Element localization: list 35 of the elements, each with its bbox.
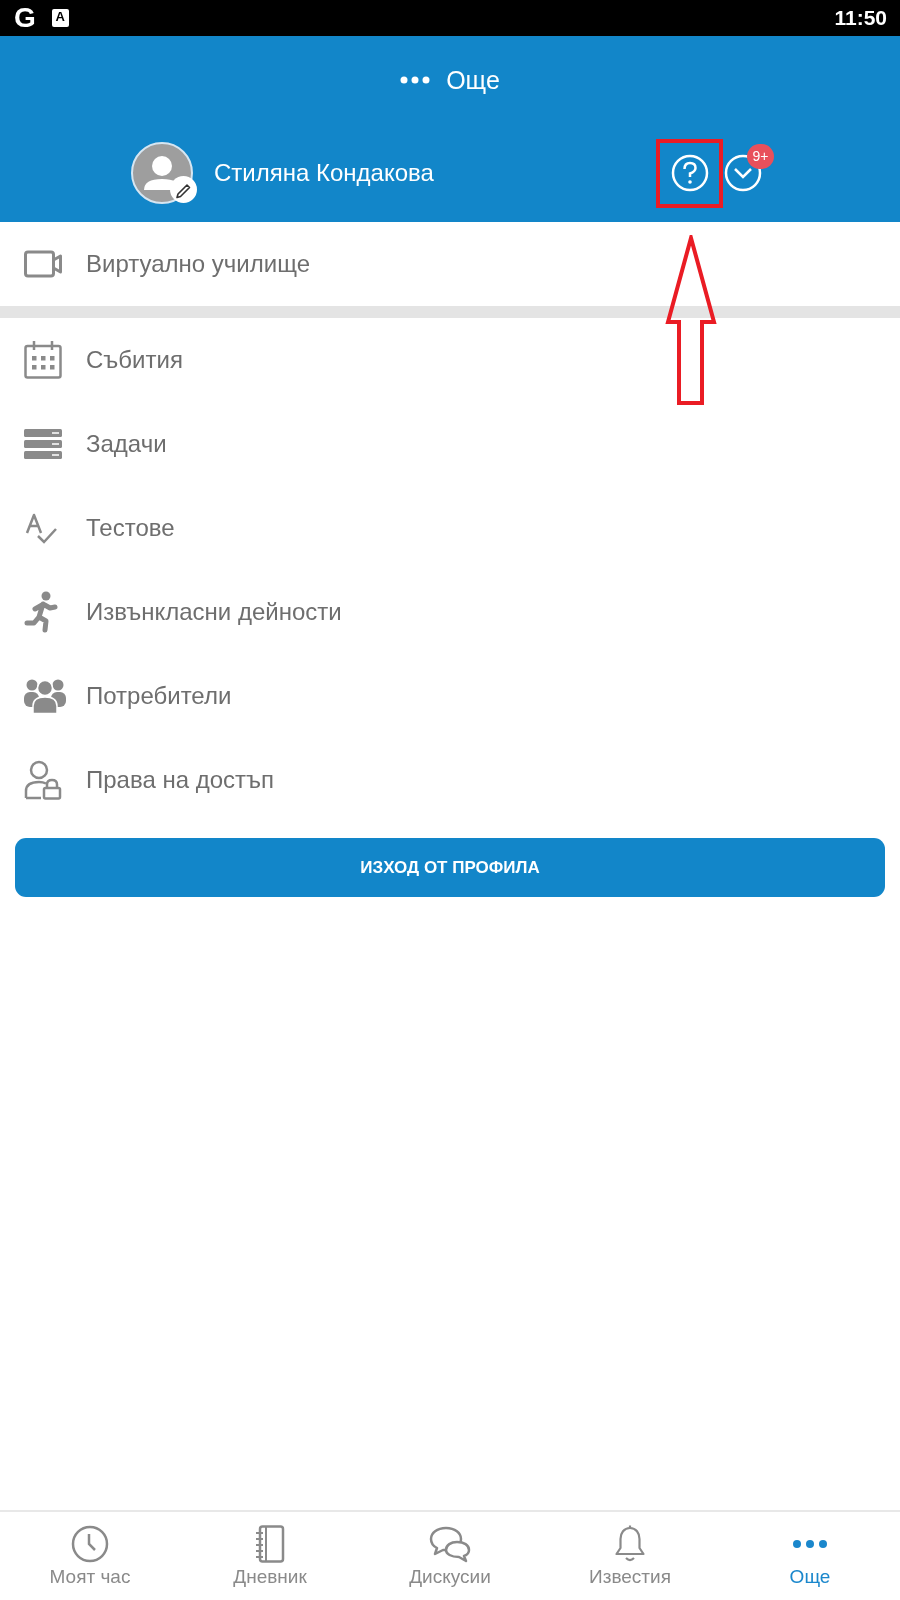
people-group-icon [24, 678, 66, 714]
more-dots-icon [792, 1539, 828, 1549]
chat-bubbles-icon [429, 1525, 471, 1563]
notification-badge: 9+ [747, 144, 774, 169]
user-name: Стиляна Кондакова [214, 159, 435, 187]
video-camera-icon [24, 249, 62, 279]
nav-tab[interactable]: Известия [540, 1512, 720, 1600]
notification-logo: G [14, 3, 36, 33]
clock-time: 11:50 [834, 6, 887, 30]
spellcheck-icon [24, 512, 58, 544]
logout-button[interactable]: ИЗХОД ОТ ПРОФИЛА [15, 838, 885, 897]
running-person-icon [24, 591, 58, 633]
help-icon [671, 154, 709, 192]
notification-tile: A [51, 9, 69, 27]
nav-tab[interactable]: Дневник [180, 1512, 360, 1600]
menu-item[interactable]: Права на достъп [0, 738, 900, 822]
nav-tab[interactable]: Още [720, 1512, 900, 1600]
menu-item[interactable]: Виртуално училище [0, 222, 900, 306]
nav-tab[interactable]: Моят час [0, 1512, 180, 1600]
menu-item[interactable]: Задачи [0, 402, 900, 486]
notebook-icon [255, 1525, 285, 1563]
menu-item[interactable]: Тестове [0, 486, 900, 570]
pencil-icon[interactable] [170, 176, 197, 203]
calendar-icon [24, 341, 62, 379]
help-button[interactable] [671, 154, 709, 192]
more-dots-icon [400, 76, 431, 84]
nav-tab[interactable]: Дискусии [360, 1512, 540, 1600]
bell-icon [614, 1525, 646, 1563]
stacked-bars-icon [24, 429, 62, 459]
menu-item[interactable]: Събития [0, 318, 900, 402]
user-lock-icon [24, 760, 62, 800]
screen-title: Още [446, 65, 500, 95]
clock-icon [71, 1525, 109, 1563]
menu-item[interactable]: Потребители [0, 654, 900, 738]
menu-item[interactable]: Извънкласни дейности [0, 570, 900, 654]
